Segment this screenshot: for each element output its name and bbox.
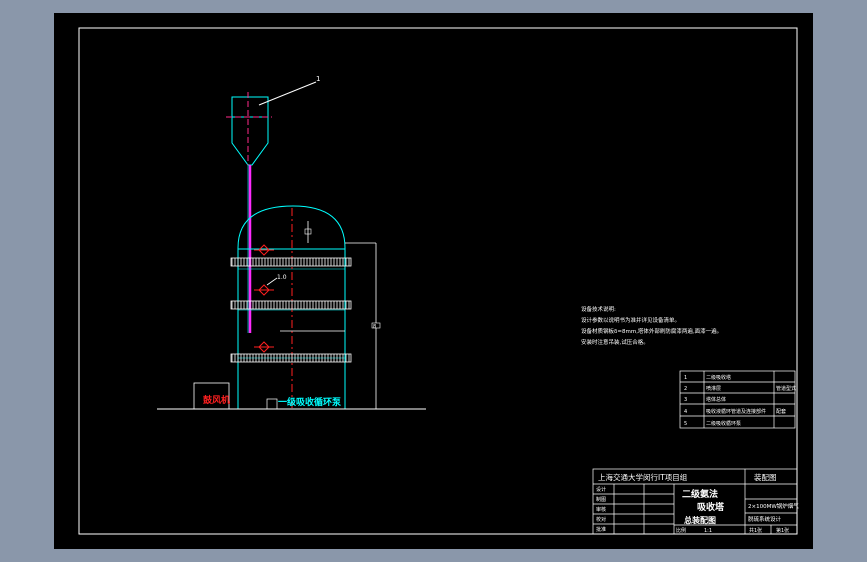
sheet-number: 第1张 (776, 527, 789, 534)
spray-layer-lower (230, 353, 352, 363)
svg-text:安装时注意吊装,试压合格。: 安装时注意吊装,试压合格。 (581, 338, 649, 346)
parts-row-spec: 管道型式 (776, 385, 796, 392)
title-main: 二级氨法 (682, 488, 718, 500)
parts-row-no: 4 (684, 409, 687, 415)
parts-row-name: 吸收液循环管道及连接部件 (706, 408, 766, 415)
title-drawing-kind: 装配图 (754, 472, 777, 482)
title-role: 审核 (596, 506, 606, 513)
title-project: 2×100MW锅炉烟气 (748, 502, 799, 510)
parts-list-table (679, 370, 796, 429)
svg-text:设备技术说明:: 设备技术说明: (581, 305, 616, 313)
title-project-sub: 脱硫系统设计 (748, 515, 782, 523)
callout-number: 1 (316, 75, 320, 83)
parts-row-name: 二级吸收循环泵 (706, 420, 741, 427)
title-role: 批准 (596, 526, 606, 533)
svg-text:设备材质钢板δ=8mm,塔体外部刷防腐漆两遍,面漆一遍。: 设备材质钢板δ=8mm,塔体外部刷防腐漆两遍,面漆一遍。 (581, 327, 722, 335)
parts-row-name: 喷淋层 (706, 385, 721, 392)
svg-text:设计参数以说明书为准并详见设备清单。: 设计参数以说明书为准并详见设备清单。 (581, 316, 680, 324)
dim-side: 8 (373, 324, 376, 330)
parts-row-no: 2 (684, 386, 687, 392)
title-role: 设计 (596, 486, 606, 493)
scale-label: 比例 (676, 527, 686, 534)
parts-row-name: 塔体总体 (706, 396, 726, 403)
title-school: 上海交通大学闵行IT项目组 (598, 472, 688, 482)
parts-row-no: 1 (684, 375, 687, 381)
engineering-drawing: 1 1.0 8 鼓风机 一级吸收循环泵 设备技术说明: 设计参数以说明书为准并详… (78, 27, 799, 535)
parts-row-no: 3 (684, 397, 687, 403)
circulation-pump-label: 一级吸收循环泵 (278, 396, 342, 408)
title-sheet: 总装配图 (684, 515, 716, 525)
title-role: 校对 (596, 516, 606, 523)
parts-row-spec: 配套 (776, 408, 786, 415)
blower-label: 鼓风机 (203, 394, 230, 406)
title-role: 制图 (596, 496, 606, 503)
spray-layer-upper (230, 257, 352, 267)
spray-layer-middle (230, 300, 352, 310)
technical-notes: 设备技术说明: 设计参数以说明书为准并详见设备清单。 设备材质钢板δ=8mm,塔… (581, 305, 722, 346)
title-sub: 吸收塔 (697, 501, 725, 513)
drawing-frame (78, 27, 798, 535)
valve-mark: 1.0 (277, 274, 287, 281)
callout-leader (258, 81, 317, 106)
scale-value: 1:1 (704, 528, 712, 534)
parts-row-name: 二级吸收塔 (706, 374, 731, 381)
sheet-count: 共1张 (749, 527, 762, 534)
drawing-sheet: 1 1.0 8 鼓风机 一级吸收循环泵 设备技术说明: 设计参数以说明书为准并详… (54, 13, 813, 549)
pump-symbol (266, 398, 278, 410)
return-pipe (280, 242, 377, 409)
parts-row-no: 5 (684, 421, 687, 427)
